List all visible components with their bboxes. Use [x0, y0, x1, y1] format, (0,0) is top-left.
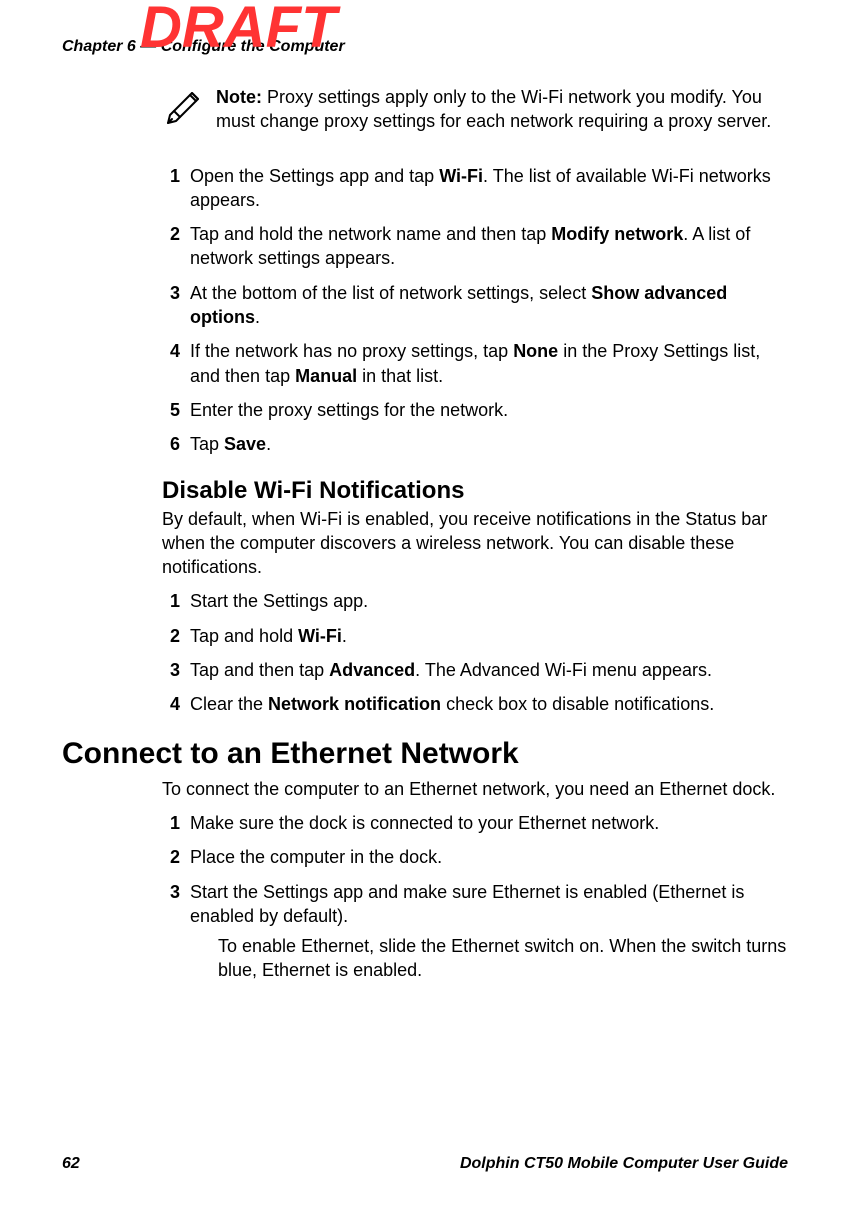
- step-number: 1: [162, 164, 180, 213]
- section-intro: To connect the computer to an Ethernet n…: [162, 777, 788, 801]
- list-item: 5 Enter the proxy settings for the netwo…: [162, 398, 788, 422]
- step-number: 3: [162, 880, 180, 983]
- page-footer: 62 Dolphin CT50 Mobile Computer User Gui…: [62, 1155, 788, 1173]
- step-number: 4: [162, 692, 180, 716]
- proxy-steps-list: 1 Open the Settings app and tap Wi-Fi. T…: [162, 164, 788, 457]
- list-item: 3 Start the Settings app and make sure E…: [162, 880, 788, 983]
- section-heading-disable-wifi: Disable Wi-Fi Notifications: [162, 477, 788, 505]
- note-label: Note:: [216, 87, 262, 107]
- step-number: 1: [162, 811, 180, 835]
- list-item: 1 Start the Settings app.: [162, 589, 788, 613]
- list-item: 2 Tap and hold the network name and then…: [162, 222, 788, 271]
- step-number: 6: [162, 432, 180, 456]
- note-body: Proxy settings apply only to the Wi-Fi n…: [216, 87, 771, 131]
- chapter-header: Chapter 6 — Configure the Computer: [62, 38, 788, 56]
- section-heading-ethernet: Connect to an Ethernet Network: [62, 737, 788, 771]
- list-item: 1 Open the Settings app and tap Wi-Fi. T…: [162, 164, 788, 213]
- note-text: Note: Proxy settings apply only to the W…: [216, 85, 788, 134]
- substep-text: To enable Ethernet, slide the Ethernet s…: [218, 934, 788, 983]
- list-item: 2 Place the computer in the dock.: [162, 845, 788, 869]
- wifi-notify-steps-list: 1 Start the Settings app. 2 Tap and hold…: [162, 589, 788, 716]
- list-item: 4 If the network has no proxy settings, …: [162, 339, 788, 388]
- page-number: 62: [62, 1155, 80, 1173]
- step-number: 2: [162, 845, 180, 869]
- step-number: 2: [162, 624, 180, 648]
- ethernet-steps-list: 1 Make sure the dock is connected to you…: [162, 811, 788, 983]
- step-number: 3: [162, 281, 180, 330]
- list-item: 3 At the bottom of the list of network s…: [162, 281, 788, 330]
- list-item: 6 Tap Save.: [162, 432, 788, 456]
- section-intro: By default, when Wi-Fi is enabled, you r…: [162, 507, 788, 580]
- guide-title: Dolphin CT50 Mobile Computer User Guide: [460, 1155, 788, 1173]
- note-block: Note: Proxy settings apply only to the W…: [162, 85, 788, 134]
- step-number: 4: [162, 339, 180, 388]
- step-number: 2: [162, 222, 180, 271]
- page: DRAFT Chapter 6 — Configure the Computer…: [0, 0, 850, 1205]
- list-item: 3 Tap and then tap Advanced. The Advance…: [162, 658, 788, 682]
- list-item: 2 Tap and hold Wi-Fi.: [162, 624, 788, 648]
- content-area: Note: Proxy settings apply only to the W…: [62, 85, 788, 1145]
- step-number: 1: [162, 589, 180, 613]
- list-item: 4 Clear the Network notification check b…: [162, 692, 788, 716]
- pencil-icon: [162, 85, 202, 129]
- list-item: 1 Make sure the dock is connected to you…: [162, 811, 788, 835]
- step-number: 3: [162, 658, 180, 682]
- step-number: 5: [162, 398, 180, 422]
